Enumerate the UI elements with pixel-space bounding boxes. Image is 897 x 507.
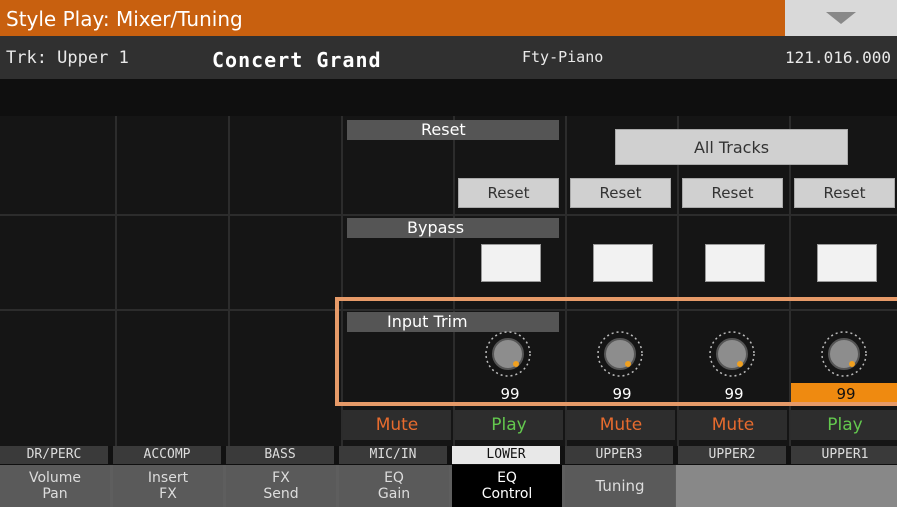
program-number: 121.016.000 xyxy=(785,48,891,67)
track-label: Trk: Upper 1 xyxy=(6,48,129,68)
track-info-bar: Trk: Upper 1 Concert Grand Fty-Piano 121… xyxy=(0,36,897,79)
reset-button-lower[interactable]: Reset xyxy=(458,178,559,208)
bypass-checkbox-upper3[interactable] xyxy=(593,244,653,282)
mute-play-upper3[interactable]: Mute xyxy=(567,410,675,440)
channel-label-bass: BASS xyxy=(226,446,334,464)
mute-play-upper1[interactable]: Play xyxy=(791,410,897,440)
page-tabs: Volume Pan Insert FX FX Send EQ Gain EQ Contr… xyxy=(0,465,897,507)
mute-play-lower[interactable]: Play xyxy=(455,410,563,440)
tab-volume-pan[interactable]: Volume Pan xyxy=(0,465,110,507)
channel-label-mic-in: MIC/IN xyxy=(339,446,447,464)
sound-bank: Fty-Piano xyxy=(522,48,604,66)
sound-name[interactable]: Concert Grand xyxy=(212,48,382,72)
channel-labels: DR/PERC ACCOMP BASS MIC/IN LOWER UPPER3 … xyxy=(0,446,897,464)
tab-insert-fx[interactable]: Insert FX xyxy=(113,465,223,507)
tab-eq-control[interactable]: EQ Control xyxy=(452,465,562,507)
mute-play-upper2[interactable]: Mute xyxy=(679,410,787,440)
channel-label-dr-perc: DR/PERC xyxy=(0,446,108,464)
bypass-header: Bypass xyxy=(347,218,559,238)
channel-label-upper2: UPPER2 xyxy=(678,446,786,464)
chevron-down-icon xyxy=(826,12,856,24)
reset-header: Reset xyxy=(347,120,559,140)
bypass-checkbox-upper1[interactable] xyxy=(817,244,877,282)
input-trim-highlight xyxy=(335,297,897,406)
reset-button-upper3[interactable]: Reset xyxy=(570,178,671,208)
bypass-checkbox-upper2[interactable] xyxy=(705,244,765,282)
mute-play-mic-in[interactable]: Mute xyxy=(343,410,451,440)
title-bar: Style Play: Mixer/Tuning xyxy=(0,0,897,36)
page-menu-button[interactable] xyxy=(785,0,897,36)
channel-label-upper1: UPPER1 xyxy=(791,446,897,464)
channel-label-accomp: ACCOMP xyxy=(113,446,221,464)
reset-button-upper1[interactable]: Reset xyxy=(794,178,895,208)
channel-label-lower: LOWER xyxy=(452,446,560,464)
all-tracks-reset-button[interactable]: All Tracks xyxy=(615,129,848,165)
reset-button-upper2[interactable]: Reset xyxy=(682,178,783,208)
tab-eq-gain[interactable]: EQ Gain xyxy=(339,465,449,507)
bypass-checkbox-lower[interactable] xyxy=(481,244,541,282)
tab-bar-empty xyxy=(676,465,897,507)
page-title: Style Play: Mixer/Tuning xyxy=(6,7,243,31)
channel-label-upper3: UPPER3 xyxy=(565,446,673,464)
tab-fx-send[interactable]: FX Send xyxy=(226,465,336,507)
tab-tuning[interactable]: Tuning xyxy=(565,465,675,507)
